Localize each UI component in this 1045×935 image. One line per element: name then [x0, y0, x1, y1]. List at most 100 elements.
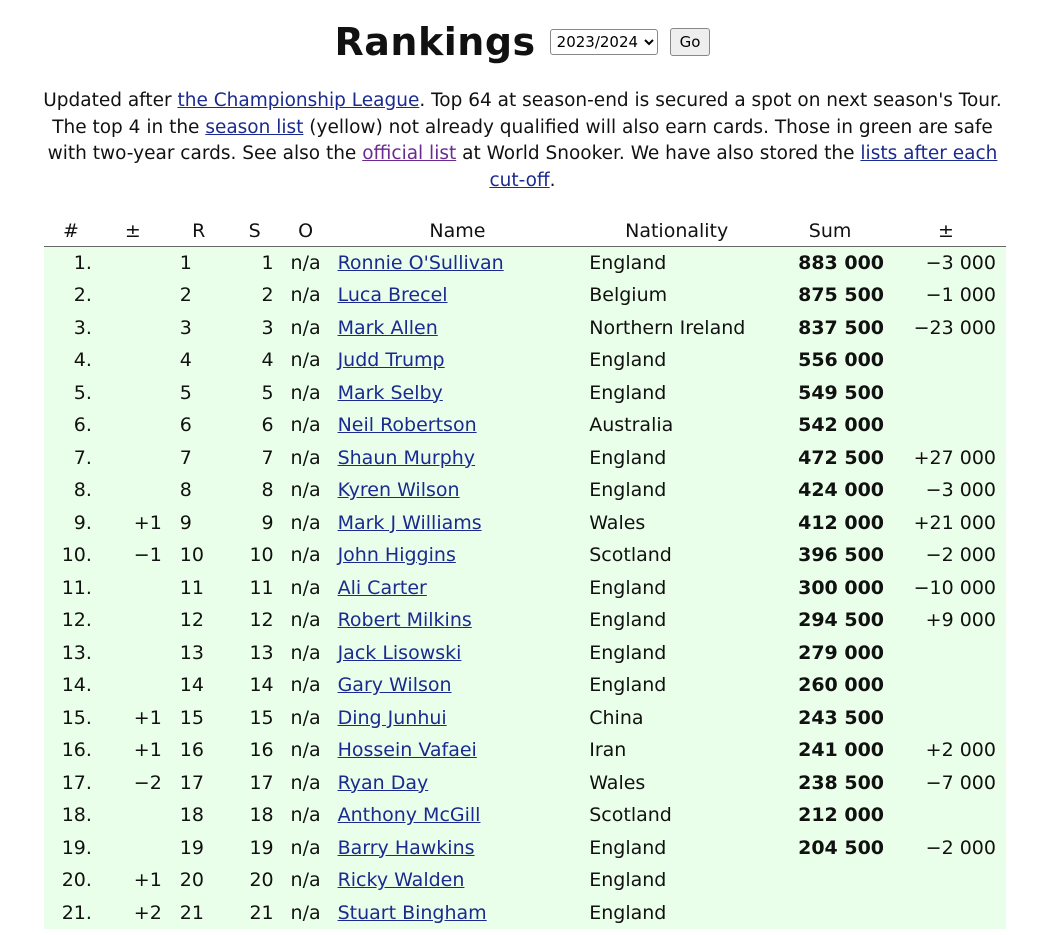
- nationality-cell: England: [589, 901, 667, 924]
- s-cell: 20: [249, 869, 274, 892]
- name-cell: Neil Robertson: [332, 409, 584, 442]
- player-link[interactable]: Judd Trump: [338, 349, 445, 371]
- intro-text: Updated after: [43, 90, 178, 111]
- s-cell: 11: [249, 576, 274, 599]
- official-list-link[interactable]: official list: [362, 143, 456, 164]
- change-cell: +1: [133, 706, 162, 729]
- header-nationality[interactable]: Nationality: [583, 216, 771, 247]
- sum-cell: 300 000: [798, 576, 885, 599]
- s-cell: 16: [249, 739, 274, 762]
- sum-cell: 412 000: [798, 511, 885, 534]
- sum-cell: 556 000: [798, 349, 885, 372]
- header-r[interactable]: R: [167, 216, 230, 247]
- header-o[interactable]: O: [279, 216, 332, 247]
- s-cell: 4: [261, 349, 274, 372]
- player-link[interactable]: Hossein Vafaei: [338, 739, 477, 761]
- player-link[interactable]: Barry Hawkins: [338, 837, 475, 859]
- sum-cell: 875 500: [798, 284, 885, 307]
- nationality-cell: England: [589, 349, 667, 372]
- s-cell: 12: [249, 609, 274, 632]
- r-cell: 13: [179, 641, 204, 664]
- table-row: 13. 13 13 n/a Jack Lisowski England 279 000: [44, 636, 1006, 670]
- o-cell: n/a: [290, 544, 321, 567]
- sum-cell: 238 500: [798, 771, 885, 794]
- player-link[interactable]: Kyren Wilson: [338, 479, 460, 501]
- sum-cell: 837 500: [798, 316, 885, 339]
- o-cell: n/a: [290, 869, 321, 892]
- o-cell: n/a: [290, 349, 321, 372]
- page-header: Rankings 2023/2024 Go: [0, 0, 1045, 80]
- header-sum[interactable]: Sum: [770, 216, 891, 247]
- player-link[interactable]: Neil Robertson: [338, 414, 477, 436]
- o-cell: n/a: [290, 804, 321, 827]
- nationality-cell: Belgium: [589, 284, 668, 307]
- header-change[interactable]: ±: [97, 216, 168, 247]
- sum-cell: 260 000: [798, 674, 885, 697]
- name-cell: Hossein Vafaei: [332, 734, 584, 767]
- r-cell: 11: [179, 576, 204, 599]
- player-link[interactable]: Ricky Walden: [338, 869, 465, 891]
- rank-cell: 1.: [73, 252, 92, 274]
- player-link[interactable]: Luca Brecel: [338, 284, 448, 306]
- name-cell: Luca Brecel: [332, 279, 584, 312]
- r-cell: 1: [179, 252, 192, 274]
- header-name[interactable]: Name: [331, 216, 584, 247]
- intro-text: at World Snooker. We have also stored th…: [456, 143, 861, 164]
- s-cell: 2: [261, 284, 274, 307]
- player-link[interactable]: Mark J Williams: [338, 512, 482, 534]
- o-cell: n/a: [290, 381, 321, 404]
- nationality-cell: Northern Ireland: [589, 316, 746, 339]
- header-rank[interactable]: #: [44, 216, 98, 247]
- rank-cell: 7.: [73, 446, 92, 469]
- player-link[interactable]: Mark Selby: [338, 382, 443, 404]
- player-link[interactable]: John Higgins: [338, 544, 456, 566]
- nationality-cell: Scotland: [589, 804, 672, 827]
- table-row: 1. 1 1 n/a Ronnie O'Sullivan England 883 000 −3…: [44, 246, 1006, 280]
- change-cell: [98, 442, 168, 475]
- rank-cell: 4.: [73, 349, 92, 372]
- player-link[interactable]: Jack Lisowski: [338, 642, 462, 664]
- rank-cell: 6.: [73, 414, 92, 437]
- player-link[interactable]: Ali Carter: [338, 577, 427, 599]
- s-cell: 9: [261, 511, 274, 534]
- season-select[interactable]: 2023/2024: [549, 29, 658, 55]
- player-link[interactable]: Ronnie O'Sullivan: [338, 252, 504, 274]
- nationality-cell: England: [589, 674, 667, 697]
- diff-cell: [890, 637, 1006, 670]
- player-link[interactable]: Mark Allen: [338, 317, 438, 339]
- player-link[interactable]: Ryan Day: [338, 772, 429, 794]
- nationality-cell: Iran: [589, 739, 627, 762]
- name-cell: Judd Trump: [332, 344, 584, 377]
- header-diff[interactable]: ±: [890, 216, 1006, 247]
- change-cell: +1: [133, 739, 162, 762]
- rank-cell: 3.: [73, 316, 92, 339]
- player-link[interactable]: Anthony McGill: [338, 804, 481, 826]
- header-s[interactable]: S: [229, 216, 280, 247]
- go-button[interactable]: Go: [669, 28, 711, 56]
- table-row: 16. +1 16 16 n/a Hossein Vafaei Iran 241 000 +2 …: [44, 734, 1006, 767]
- r-cell: 10: [179, 544, 204, 567]
- name-cell: Ronnie O'Sullivan: [332, 247, 584, 280]
- diff-cell: [890, 344, 1006, 377]
- table-row: 17. −2 17 17 n/a Ryan Day Wales 238 500 −7 000: [44, 766, 1006, 799]
- player-link[interactable]: Stuart Bingham: [338, 902, 487, 924]
- sum-cell: 294 500: [798, 609, 885, 632]
- championship-league-link[interactable]: the Championship League: [177, 90, 419, 111]
- nationality-cell: Australia: [589, 414, 674, 437]
- player-link[interactable]: Gary Wilson: [338, 674, 452, 696]
- change-cell: [98, 312, 168, 345]
- table-header: # ± R S O Name Nationality Sum ±: [44, 216, 1006, 247]
- player-link[interactable]: Robert Milkins: [338, 609, 472, 631]
- o-cell: n/a: [290, 706, 321, 729]
- season-list-link[interactable]: season list: [205, 117, 303, 138]
- name-cell: Stuart Bingham: [332, 897, 584, 930]
- diff-cell: [890, 864, 1006, 897]
- table-row: 6. 6 6 n/a Neil Robertson Australia 542 000: [44, 409, 1006, 442]
- diff-cell: −2 000: [925, 836, 996, 859]
- rank-cell: 18.: [61, 804, 92, 827]
- name-cell: Mark Selby: [332, 377, 584, 410]
- player-link[interactable]: Ding Junhui: [338, 707, 447, 729]
- player-link[interactable]: Shaun Murphy: [338, 447, 475, 469]
- name-cell: Barry Hawkins: [332, 832, 584, 865]
- change-cell: [98, 832, 168, 865]
